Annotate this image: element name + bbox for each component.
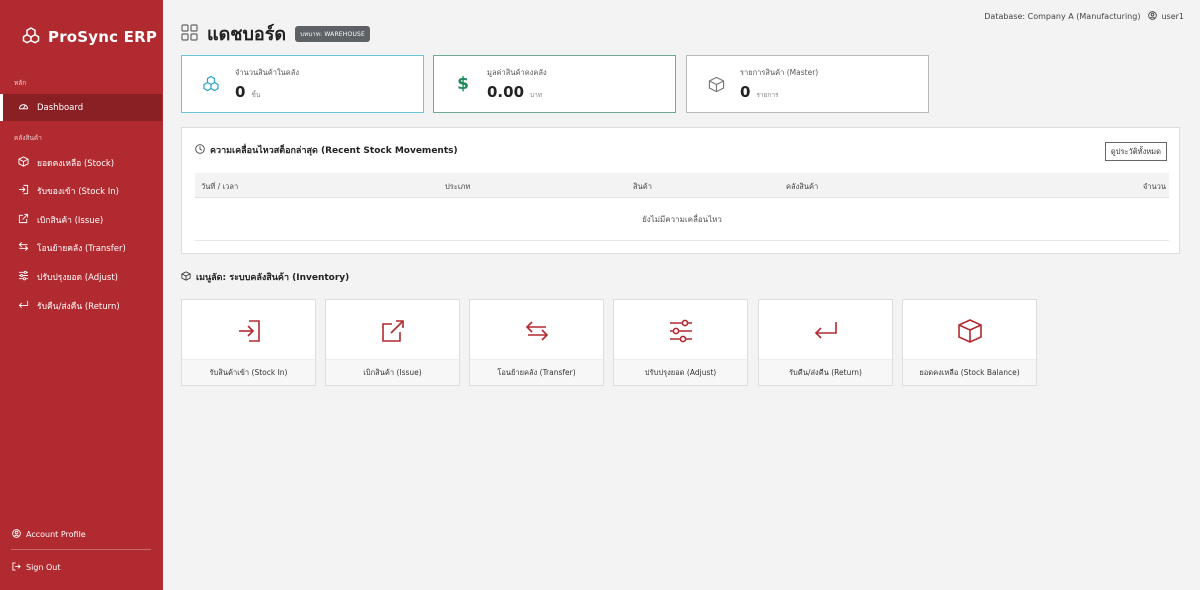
sidebar-item-stock[interactable]: ยอดคงเหลือ (Stock)	[0, 149, 163, 176]
shortcut-tile-adjust[interactable]: ปรับปรุงยอด (Adjust)	[613, 299, 748, 386]
sidebar-item-return[interactable]: รับคืน/ส่งคืน (Return)	[0, 292, 163, 319]
clock-icon	[195, 143, 205, 157]
external-link-icon	[18, 213, 29, 227]
speedometer-icon	[18, 101, 29, 115]
sidebar-item-issue[interactable]: เบิกสินค้า (Issue)	[0, 206, 163, 233]
brand-name: ProSync ERP	[48, 27, 158, 46]
sidebar-item-label: ปรับปรุงยอด (Adjust)	[37, 272, 118, 283]
tile-label: โอนย้ายคลัง (Transfer)	[470, 359, 603, 385]
stat-card-items-in-stock: จำนวนสินค้าในคลัง 0 ชิ้น	[181, 55, 424, 113]
panel-title: ความเคลื่อนไหวสต็อกล่าสุด (Recent Stock …	[195, 143, 458, 157]
sign-in-icon	[18, 184, 29, 198]
sign-in-icon	[182, 318, 315, 344]
tile-label: ยอดคงเหลือ (Stock Balance)	[903, 359, 1036, 385]
tile-label: ปรับปรุงยอด (Adjust)	[614, 359, 747, 385]
recent-movements-panel: ความเคลื่อนไหวสต็อกล่าสุด (Recent Stock …	[181, 127, 1180, 254]
arrows-exchange-icon	[18, 241, 29, 255]
panel-title-text: ความเคลื่อนไหวสต็อกล่าสุด (Recent Stock …	[210, 146, 458, 156]
tile-label: รับสินค้าเข้า (Stock In)	[182, 359, 315, 385]
sidebar-item-label: โอนย้ายคลัง (Transfer)	[37, 243, 126, 254]
tile-label: รับคืน/ส่งคืน (Return)	[759, 359, 892, 385]
username: user1	[1161, 12, 1184, 21]
stat-card-master-items: รายการสินค้า (Master) 0 รายการ	[686, 55, 929, 113]
stat-value: 0.00	[487, 83, 525, 101]
database-label: Database: Company A (Manufacturing)	[984, 12, 1141, 21]
user-circle-icon	[12, 529, 21, 540]
shortcut-tile-return[interactable]: รับคืน/ส่งคืน (Return)	[758, 299, 893, 386]
shortcut-section-title: เมนูลัด: ระบบคลังสินค้า (Inventory)	[181, 270, 349, 284]
return-icon	[759, 318, 892, 344]
sidebar-item-label: ยอดคงเหลือ (Stock)	[37, 158, 115, 169]
return-icon	[18, 299, 29, 313]
empty-state-row: ยังไม่มีความเคลื่อนไหว	[195, 198, 1169, 241]
stat-unit: ชิ้น	[251, 91, 261, 99]
table-header: วันที่ / เวลา ประเภท สินค้า คลังสินค้า จ…	[195, 173, 1169, 198]
stat-value: 0	[740, 83, 751, 101]
column-header-quantity[interactable]: จำนวน	[1143, 181, 1166, 193]
shortcut-tile-stock-in[interactable]: รับสินค้าเข้า (Stock In)	[181, 299, 316, 386]
sidebar-item-label: รับของเข้า (Stock In)	[37, 186, 119, 197]
user-menu[interactable]: user1	[1148, 11, 1184, 22]
tile-label: เบิกสินค้า (Issue)	[326, 359, 459, 385]
sidebar-item-label: รับคืน/ส่งคืน (Return)	[37, 301, 120, 312]
page-title: แดชบอร์ด	[207, 24, 287, 45]
stat-value: 0	[235, 83, 246, 101]
sidebar-item-label: เบิกสินค้า (Issue)	[37, 215, 104, 226]
grid-icon	[181, 23, 198, 44]
stat-unit: บาท	[530, 91, 543, 99]
top-bar: Database: Company A (Manufacturing) user…	[984, 11, 1184, 22]
sign-out-label: Sign Out	[26, 563, 61, 572]
sliders-icon	[18, 270, 29, 284]
stat-label: มูลค่าสินค้าคงคลัง	[487, 68, 547, 77]
sidebar-item-transfer[interactable]: โอนย้ายคลัง (Transfer)	[0, 234, 163, 261]
stat-unit: รายการ	[756, 91, 779, 99]
sidebar-item-label: Dashboard	[37, 102, 84, 113]
shortcut-tile-stock-balance[interactable]: ยอดคงเหลือ (Stock Balance)	[902, 299, 1037, 386]
cubes-icon	[199, 72, 223, 96]
sidebar-item-adjust[interactable]: ปรับปรุงยอด (Adjust)	[0, 263, 163, 290]
brand-logo-icon	[22, 26, 40, 47]
arrows-exchange-icon	[470, 318, 603, 344]
stat-label: จำนวนสินค้าในคลัง	[235, 68, 300, 77]
sidebar-section-main: หลัก	[14, 79, 27, 87]
stat-label: รายการสินค้า (Master)	[740, 68, 819, 77]
shortcut-tile-issue[interactable]: เบิกสินค้า (Issue)	[325, 299, 460, 386]
box-icon	[903, 318, 1036, 344]
external-link-icon	[326, 318, 459, 344]
page-header: แดชบอร์ด บทบาท: WAREHOUSE	[181, 19, 371, 48]
account-profile-label: Account Profile	[26, 530, 86, 539]
brand[interactable]: ProSync ERP	[22, 26, 157, 47]
role-badge: บทบาท: WAREHOUSE	[295, 25, 371, 42]
box-icon	[18, 155, 29, 170]
shortcut-tile-transfer[interactable]: โอนย้ายคลัง (Transfer)	[469, 299, 604, 386]
sidebar: ProSync ERP หลัก Dashboard คลังสินค้า ยอ…	[0, 0, 163, 590]
dollar-icon: $	[457, 74, 469, 94]
sign-out-link[interactable]: Sign Out	[12, 562, 61, 573]
column-header-warehouse[interactable]: คลังสินค้า	[786, 181, 818, 193]
account-profile-link[interactable]: Account Profile	[12, 529, 86, 540]
user-circle-icon	[1148, 11, 1158, 22]
column-header-product[interactable]: สินค้า	[633, 181, 652, 193]
box-icon	[181, 270, 191, 284]
view-all-history-button[interactable]: ดูประวัติทั้งหมด	[1104, 142, 1167, 161]
sidebar-section-inventory: คลังสินค้า	[14, 134, 42, 142]
box-icon	[704, 72, 728, 96]
shortcut-title-text: เมนูลัด: ระบบคลังสินค้า (Inventory)	[196, 273, 350, 283]
sidebar-item-stock-in[interactable]: รับของเข้า (Stock In)	[0, 177, 163, 204]
column-header-datetime[interactable]: วันที่ / เวลา	[201, 181, 238, 193]
sliders-icon	[614, 318, 747, 344]
sidebar-item-dashboard[interactable]: Dashboard	[0, 94, 162, 121]
sidebar-divider	[11, 549, 151, 550]
stat-card-inventory-value: $ มูลค่าสินค้าคงคลัง 0.00 บาท	[433, 55, 676, 113]
column-header-type[interactable]: ประเภท	[445, 181, 470, 193]
sign-out-icon	[12, 562, 21, 573]
